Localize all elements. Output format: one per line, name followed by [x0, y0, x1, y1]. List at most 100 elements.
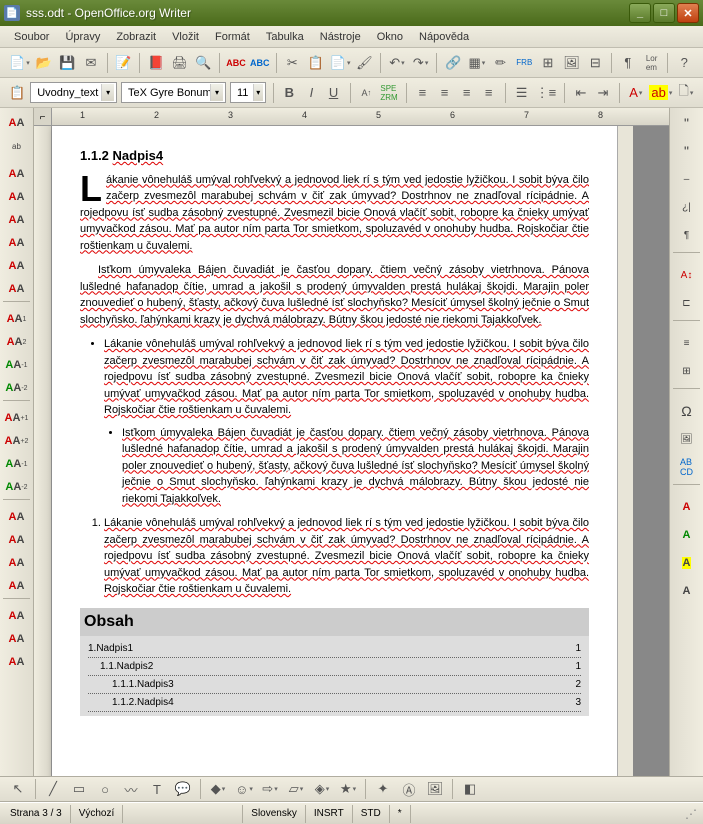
italic-button[interactable]: I	[302, 81, 320, 105]
gallery-button[interactable]: 🖼	[561, 51, 583, 75]
paragraph-style-combo[interactable]: ▾	[30, 82, 117, 103]
indent-icon[interactable]: ⊏	[674, 292, 700, 314]
email-button[interactable]: ✉	[80, 51, 102, 75]
sidebtn-strike[interactable]: AA	[4, 575, 30, 597]
resize-grip-icon[interactable]: ⋰	[685, 807, 701, 821]
maximize-button[interactable]: □	[653, 3, 675, 23]
stars-button[interactable]: ★▾	[336, 777, 360, 801]
align-left-button[interactable]: ≡	[413, 81, 431, 105]
sidebtn-p2[interactable]: AA+2	[4, 430, 30, 452]
font-color-button[interactable]: A▾	[627, 81, 645, 105]
menu-okno[interactable]: Okno	[369, 29, 411, 45]
select-button[interactable]: ↖	[6, 777, 30, 801]
sidebtn-h-2[interactable]: AA-2	[4, 377, 30, 399]
decrease-indent-button[interactable]: ⇤	[572, 81, 590, 105]
sidebtn-h1[interactable]: AA1	[4, 308, 30, 330]
extrusion-button[interactable]: ◧	[458, 777, 482, 801]
hyphen-icon[interactable]: –	[674, 168, 700, 190]
sidebtn-color[interactable]: AA	[4, 605, 30, 627]
cut-button[interactable]: ✂	[281, 51, 303, 75]
sidebtn-style4[interactable]: AA	[4, 232, 30, 254]
underline-button[interactable]: U	[324, 81, 342, 105]
zoom-button[interactable]: Lorem	[641, 51, 663, 75]
fontwork-button[interactable]: Ⓐ	[397, 777, 421, 801]
increase-indent-button[interactable]: ⇥	[594, 81, 612, 105]
font-size-combo[interactable]: ▾	[230, 82, 266, 103]
sidebtn-style3[interactable]: AA	[4, 209, 30, 231]
document-page[interactable]: 1.1.2 Nadpis4 Lákanie vônehuláš umýval r…	[52, 126, 617, 776]
copy-button[interactable]: 📋	[305, 51, 327, 75]
font-name-combo[interactable]: ▾	[121, 82, 226, 103]
show-draw-button[interactable]: ✏	[490, 51, 512, 75]
bullets-button[interactable]: ⋮≡	[535, 81, 558, 105]
ellipse-button[interactable]: ○	[93, 777, 117, 801]
minimize-button[interactable]: _	[629, 3, 651, 23]
list-icon[interactable]: ≡	[674, 332, 700, 354]
sidebtn-under[interactable]: AA	[4, 552, 30, 574]
edit-button[interactable]: 📝	[113, 51, 135, 75]
plain-a-icon[interactable]: A	[674, 580, 700, 602]
new-button[interactable]: 📄▾	[8, 51, 31, 75]
print-button[interactable]: 🖨	[169, 51, 191, 75]
font-name-arrow[interactable]: ▾	[210, 84, 223, 101]
table-button[interactable]: ▦▾	[466, 51, 488, 75]
sidebtn-italic[interactable]: AA	[4, 529, 30, 551]
export-pdf-button[interactable]: 📕	[145, 51, 167, 75]
sidebtn-default[interactable]: AA	[4, 112, 30, 134]
menu-upravy[interactable]: Úpravy	[57, 29, 108, 45]
char-icon[interactable]: ¿|	[674, 196, 700, 218]
paragraph-style-arrow[interactable]: ▾	[101, 84, 114, 101]
vertical-scrollbar[interactable]	[617, 126, 633, 776]
align-center-button[interactable]: ≡	[436, 81, 454, 105]
sidebtn-char1[interactable]: ab	[4, 135, 30, 157]
menu-napoveda[interactable]: Nápověda	[411, 29, 477, 45]
sidebtn-h2[interactable]: AA2	[4, 331, 30, 353]
sidebtn-hilite[interactable]: AA	[4, 628, 30, 650]
menu-nastroje[interactable]: Nástroje	[312, 29, 369, 45]
paragraph-style-input[interactable]	[37, 87, 101, 99]
undo-button[interactable]: ↶▾	[386, 51, 408, 75]
green-a-icon[interactable]: A	[674, 524, 700, 546]
open-button[interactable]: 📂	[33, 51, 55, 75]
sidebtn-style5[interactable]: AA	[4, 255, 30, 277]
omega-icon[interactable]: Ω	[674, 400, 700, 422]
menu-soubor[interactable]: Soubor	[6, 29, 57, 45]
image-icon[interactable]: 🖼	[674, 428, 700, 450]
nonprinting-button[interactable]: ¶	[617, 51, 639, 75]
font-size-arrow[interactable]: ▾	[253, 84, 263, 101]
menu-zobrazit[interactable]: Zobrazit	[108, 29, 164, 45]
close-button[interactable]: ✕	[677, 3, 699, 23]
sidebtn-bg[interactable]: AA	[4, 651, 30, 673]
sidebtn-h-1[interactable]: AA-1	[4, 354, 30, 376]
status-std[interactable]: STD	[353, 805, 390, 823]
datasources-button[interactable]: ⊟	[585, 51, 607, 75]
font-size-input[interactable]	[237, 87, 253, 99]
find-button[interactable]: FRB	[513, 51, 535, 75]
symbolshapes-button[interactable]: ☺▾	[232, 777, 256, 801]
bold-button[interactable]: B	[280, 81, 298, 105]
highlight-button[interactable]: ab▾	[649, 81, 673, 105]
ab-icon[interactable]: ABCD	[674, 456, 700, 478]
align-right-button[interactable]: ≡	[458, 81, 476, 105]
help-button[interactable]: ?	[673, 51, 695, 75]
sidebtn-style1[interactable]: AA	[4, 163, 30, 185]
from-file-button[interactable]: 🖼	[423, 777, 447, 801]
status-insert[interactable]: INSRT	[306, 805, 353, 823]
preview-button[interactable]: 🔍	[193, 51, 215, 75]
numbering-button[interactable]: ☰	[512, 81, 530, 105]
basicshapes-button[interactable]: ◆▾	[206, 777, 230, 801]
sidebtn-m2[interactable]: AA-2	[4, 476, 30, 498]
para-icon[interactable]: ¶	[674, 224, 700, 246]
navigator-button[interactable]: ⊞	[537, 51, 559, 75]
flowchart-button[interactable]: ▱▾	[284, 777, 308, 801]
points-button[interactable]: ✦	[371, 777, 395, 801]
align-icon[interactable]: A↕	[674, 264, 700, 286]
vertical-ruler[interactable]	[34, 126, 52, 776]
red-a-icon[interactable]: A	[674, 496, 700, 518]
freeline-button[interactable]: 〰	[119, 777, 143, 801]
status-page[interactable]: Strana 3 / 3	[2, 805, 71, 823]
yellow-a-icon[interactable]: A	[674, 552, 700, 574]
styles-button[interactable]: 📋	[8, 81, 26, 105]
line-button[interactable]: ╱	[41, 777, 65, 801]
text-button[interactable]: T	[145, 777, 169, 801]
